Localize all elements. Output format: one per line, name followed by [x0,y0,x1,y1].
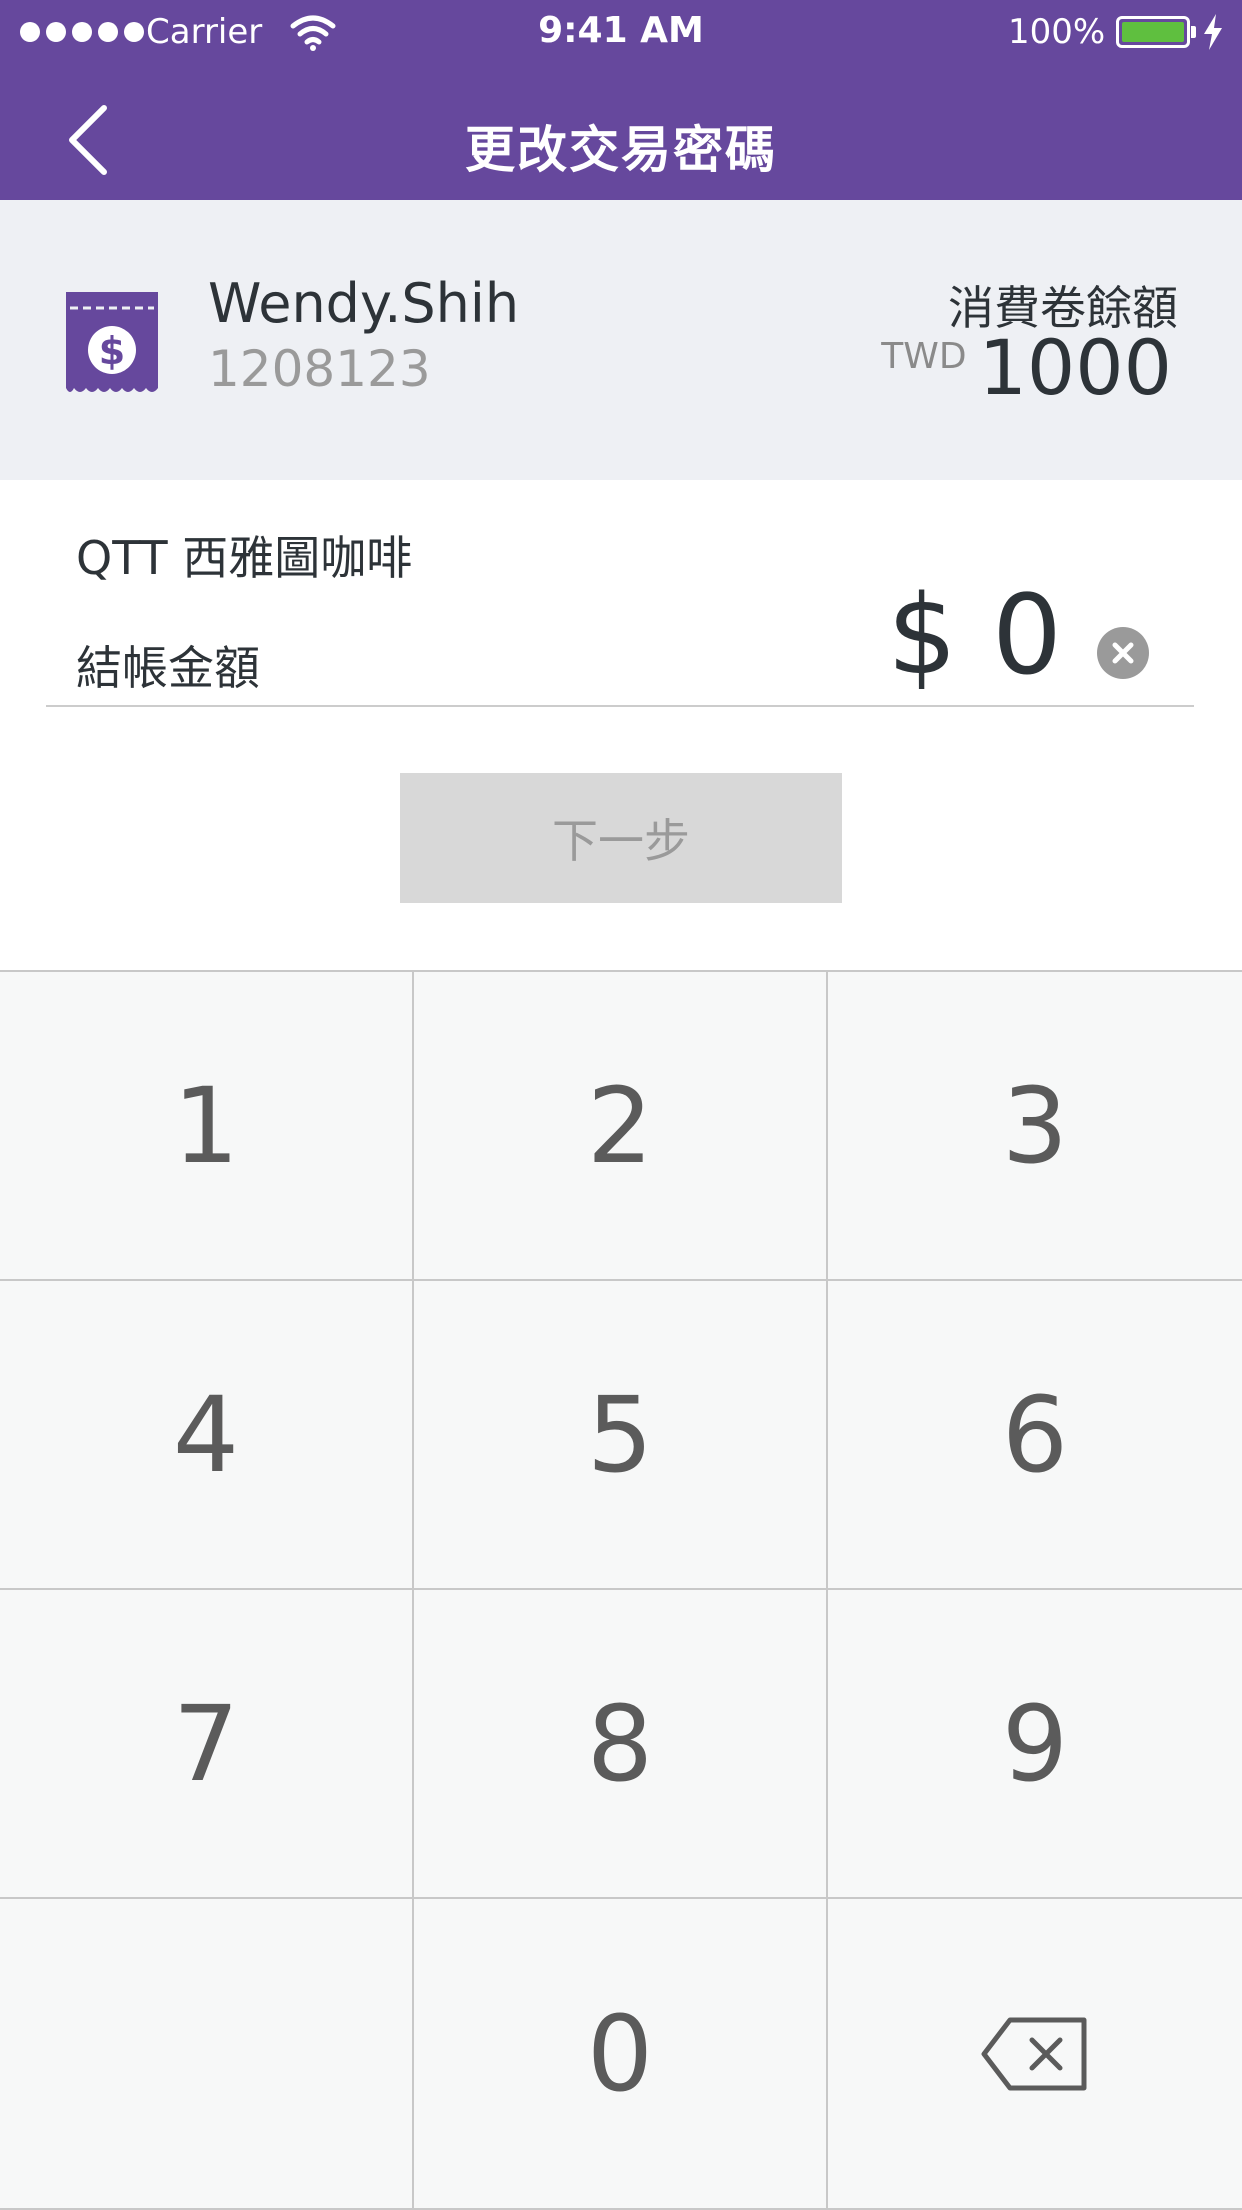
key-3[interactable]: 3 [828,972,1242,1281]
top-bar: Carrier 9:41 AM 100% 更改交易密碼 [0,0,1242,200]
key-6[interactable]: 6 [828,1281,1242,1590]
account-name: Wendy.Shih [208,272,520,335]
numeric-keypad: 1 2 3 4 5 6 7 8 9 0 [0,970,1242,2210]
backspace-icon [981,2017,1087,2090]
next-step-button[interactable]: 下一步 [400,773,842,903]
balance-row: TWD 1000 [881,330,1172,406]
account-panel: $ Wendy.Shih 1208123 消費卷餘額 TWD 1000 [0,200,1242,480]
key-5[interactable]: 5 [414,1281,828,1590]
key-2[interactable]: 2 [414,972,828,1281]
backspace-key[interactable] [828,1899,1242,2210]
merchant-name: QTT 西雅圖咖啡 [76,531,413,585]
battery-tip [1191,26,1196,38]
svg-text:$: $ [99,329,125,373]
key-0[interactable]: 0 [414,1899,828,2210]
key-8[interactable]: 8 [414,1590,828,1899]
battery-percent: 100% [1008,12,1106,52]
amount-input[interactable]: $ 0 [887,580,1062,690]
key-4[interactable]: 4 [0,1281,414,1590]
key-empty [0,1899,414,2210]
key-7[interactable]: 7 [0,1590,414,1899]
account-id: 1208123 [208,340,431,398]
clear-button[interactable] [1097,627,1149,679]
page-title: 更改交易密碼 [465,121,777,179]
key-9[interactable]: 9 [828,1590,1242,1899]
battery-icon [1116,16,1190,48]
balance-currency: TWD [881,336,967,377]
amount-label: 結帳金額 [76,641,260,695]
key-1[interactable]: 1 [0,972,414,1281]
charging-bolt-icon [1204,14,1222,50]
status-bar: Carrier 9:41 AM 100% [0,0,1242,66]
clear-icon [1112,642,1134,664]
coupon-dollar-icon: $ [66,292,158,392]
balance-value: 1000 [978,323,1172,412]
amount-divider [46,705,1194,707]
